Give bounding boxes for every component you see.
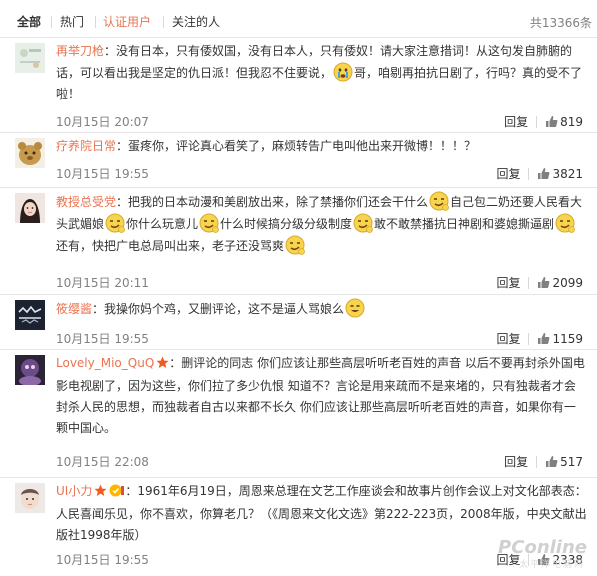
action-divider [528,168,530,180]
comment-actions: 回复 3821 [496,165,583,182]
smirk-face-emoji-icon [555,213,575,233]
tab-divider [163,16,164,28]
comment-time: 10月15日 22:08 [56,455,149,469]
like-button[interactable]: 3821 [537,167,583,181]
smirk-face-emoji-icon [285,235,305,255]
comment-item: Lovely_Mio_QuQ ：删评论的同志 你们应该让那些高层听听老百姓的声音 … [0,350,597,478]
comment-item: UI小力 ：1961年6月19日，周恩来总理在文艺工作座谈会和故事片创作会议上对文… [0,478,597,576]
comment-username[interactable]: Lovely_Mio_QuQ [56,356,154,370]
thumbs-up-icon [546,456,558,467]
like-button[interactable]: 517 [545,455,583,469]
comment-body: 教授总受党：把我的日本动漫和美剧放出来，除了禁播你们还会干什么 自己包二奶还要人民… [56,191,587,257]
smirk-face-emoji-icon [429,191,449,211]
comment-text: 什么时候搞分级分级制度 [220,217,353,231]
comment-username[interactable]: 疗养院日常 [56,139,116,153]
avatar[interactable] [15,193,45,223]
thumbs-up-icon [538,168,550,179]
tab-hot[interactable]: 热门 [60,14,84,30]
comment-time: 10月15日 19:55 [56,332,149,346]
action-divider [528,333,530,345]
pconline-watermark: PConline [498,537,587,558]
comment-time: 10月15日 19:55 [56,553,149,567]
thumbs-up-icon [538,333,550,344]
comment-filter-tabs: 全部 热门 认证用户 关注的人 共13366条 [0,0,597,38]
vip-star-badge-icon [94,483,107,504]
like-count: 819 [560,115,583,129]
comment-time: 10月15日 20:07 [56,115,149,129]
avatar[interactable] [15,138,45,168]
comment-actions: 回复 1159 [496,330,583,347]
comment-item: 筱缨酱：我操你妈个鸡，又删评论，这不是逼人骂娘么 10月15日 19:55 回复… [0,295,597,350]
smirk-face-emoji-icon [105,213,125,233]
thumbs-up-icon [546,116,558,127]
comment-text: ：1961年6月19日，周恩来总理在文艺工作座谈会和故事片创作会议上对文化部表态… [56,484,587,542]
like-count: 2099 [552,276,583,290]
comment-item: 疗养院日常：蛋疼你，评论真心看笑了，麻烦转告广电叫他出来开微博！！！？ 10月1… [0,133,597,188]
vip-star-badge-icon [156,355,169,376]
reply-button[interactable]: 回复 [496,167,520,181]
comment-text: ：把我的日本动漫和美剧放出来，除了禁播你们还会干什么 [116,195,429,209]
like-count: 3821 [552,167,583,181]
comment-username[interactable]: 筱缨酱 [56,302,92,316]
like-count: 1159 [552,332,583,346]
reply-button[interactable]: 回复 [504,115,528,129]
like-button[interactable]: 1159 [537,332,583,346]
pconline-watermark-subtitle: 太平洋电脑网 [518,560,585,570]
tab-divider [51,16,52,28]
crying-face-emoji-icon [333,62,353,82]
like-button[interactable]: 819 [545,115,583,129]
comment-body: 筱缨酱：我操你妈个鸡，又删评论，这不是逼人骂娘么 [56,298,587,320]
avatar[interactable] [15,483,45,513]
comment-username[interactable]: UI小力 [56,484,92,498]
grin-face-emoji-icon [345,298,365,318]
reply-button[interactable]: 回复 [496,332,520,346]
tab-following[interactable]: 关注的人 [172,14,220,30]
comment-text: 敢不敢禁播抗日神剧和婆媳撕逼剧 [374,217,555,231]
comment-actions: 回复 819 [504,113,583,130]
comment-text: ：我操你妈个鸡，又删评论，这不是逼人骂娘么 [92,302,345,316]
level-badge-icon [109,483,125,504]
comment-time: 10月15日 19:55 [56,167,149,181]
comment-actions: 回复 2099 [496,274,583,291]
avatar[interactable] [15,300,45,330]
avatar[interactable] [15,355,45,385]
avatar[interactable] [15,43,45,73]
action-divider [528,277,530,289]
comment-username[interactable]: 教授总受党 [56,195,116,209]
reply-button[interactable]: 回复 [496,276,520,290]
thumbs-up-icon [538,277,550,288]
comment-username[interactable]: 再举刀枪 [56,44,104,58]
reply-button[interactable]: 回复 [504,455,528,469]
comment-body: Lovely_Mio_QuQ ：删评论的同志 你们应该让那些高层听听老百姓的声音 … [56,353,587,439]
smirk-face-emoji-icon [199,213,219,233]
smirk-face-emoji-icon [353,213,373,233]
comment-text: 还有，快把广电总局叫出来，老子还没骂爽 [56,239,285,253]
comment-text: 你什么玩意儿 [126,217,199,231]
comment-actions: 回复 517 [504,453,583,470]
tab-verified-users[interactable]: 认证用户 [103,14,151,30]
comment-time: 10月15日 20:11 [56,276,149,290]
like-button[interactable]: 2099 [537,276,583,290]
comment-total-count: 共13366条 [529,16,592,30]
comment-text: ：蛋疼你，评论真心看笑了，麻烦转告广电叫他出来开微博！！！？ [116,139,477,153]
tab-divider [95,16,96,28]
comment-body: 疗养院日常：蛋疼你，评论真心看笑了，麻烦转告广电叫他出来开微博！！！？ [56,136,587,157]
tab-all[interactable]: 全部 [17,14,41,30]
action-divider [536,116,538,128]
action-divider [536,456,538,468]
comment-body: 再举刀枪：没有日本，只有倭奴国，没有日本人，只有倭奴！请大家注意措词！从这句发自… [56,41,587,105]
comment-item: 再举刀枪：没有日本，只有倭奴国，没有日本人，只有倭奴！请大家注意措词！从这句发自… [0,38,597,133]
like-count: 517 [560,455,583,469]
comment-item: 教授总受党：把我的日本动漫和美剧放出来，除了禁播你们还会干什么 自己包二奶还要人民… [0,188,597,295]
